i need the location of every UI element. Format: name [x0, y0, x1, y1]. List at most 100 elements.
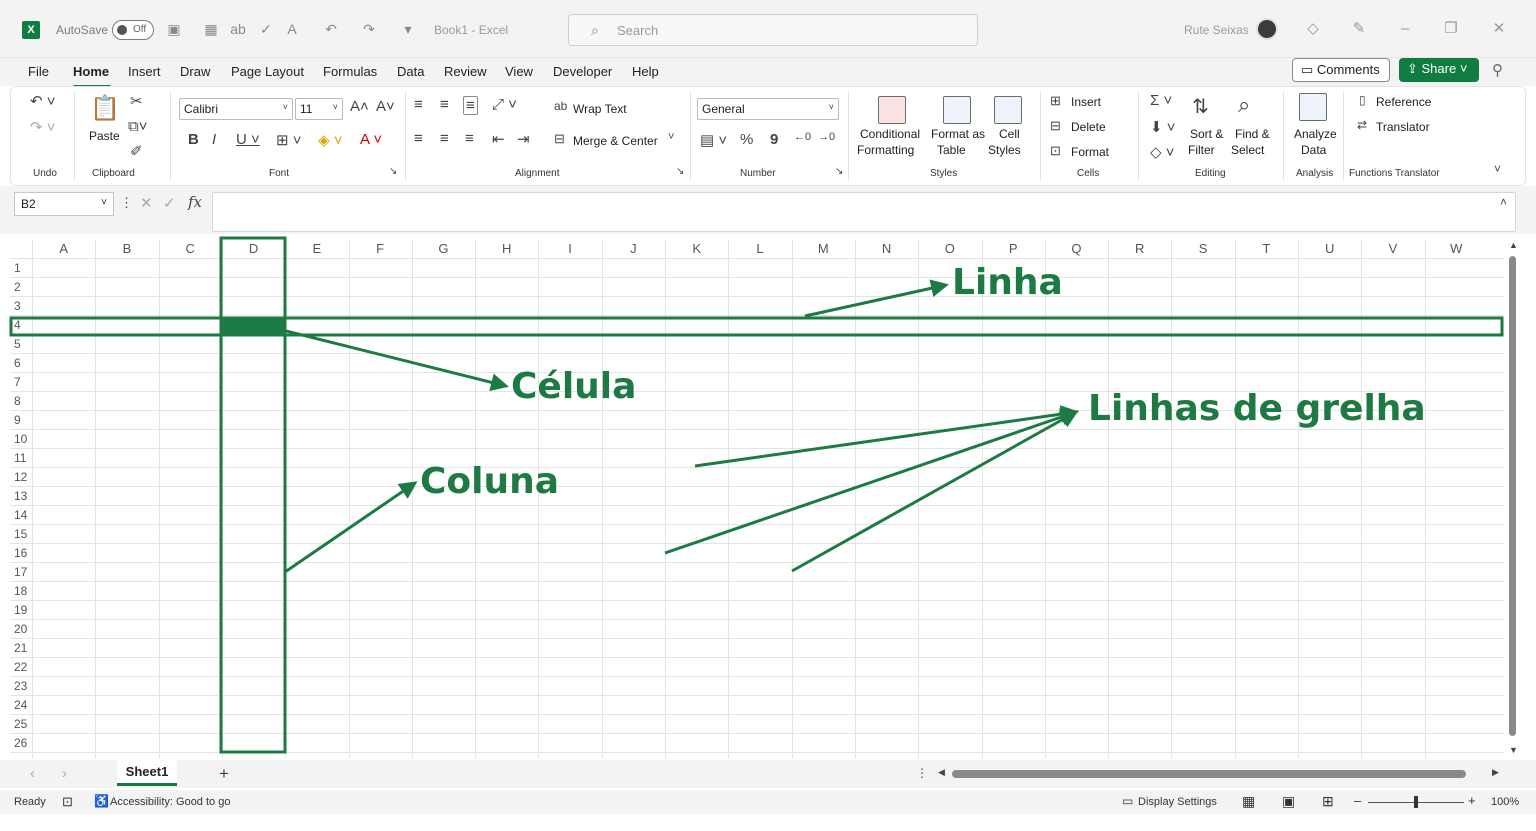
align-bottom-icon[interactable]: ≡	[463, 96, 478, 115]
row-header-3[interactable]: 3	[10, 297, 32, 316]
row-header-26[interactable]: 26	[10, 734, 32, 753]
zoom-slider-thumb[interactable]	[1414, 796, 1418, 808]
ribbon-collapse-icon[interactable]: ˅	[1494, 162, 1501, 176]
format-cells-button[interactable]: Format	[1071, 145, 1109, 159]
customize-toolbar-icon[interactable]: ▾	[399, 20, 417, 38]
menu-formulas[interactable]: Formulas	[323, 64, 377, 79]
tab-sheet1[interactable]: Sheet1	[117, 760, 177, 786]
row-header-2[interactable]: 2	[10, 278, 32, 297]
delete-cells-button[interactable]: Delete	[1071, 120, 1106, 134]
align-left-icon[interactable]: ≡	[414, 130, 423, 147]
find-select-label-2[interactable]: Select	[1231, 143, 1264, 157]
decrease-font-icon[interactable]: A˅	[376, 98, 395, 115]
fx-icon[interactable]: fx	[188, 193, 202, 211]
bold-icon[interactable]: B	[188, 131, 199, 148]
row-header-19[interactable]: 19	[10, 601, 32, 620]
row-header-17[interactable]: 17	[10, 563, 32, 582]
search-box[interactable]: ⌕ Search	[568, 14, 978, 46]
row-header-23[interactable]: 23	[10, 677, 32, 696]
clear-icon[interactable]: ◇ ˅	[1150, 143, 1174, 161]
strikethrough-icon[interactable]: ab	[229, 20, 247, 38]
format-painter-icon[interactable]: ✐	[130, 142, 143, 160]
increase-decimal-icon[interactable]: ←0	[794, 131, 811, 143]
align-center-icon[interactable]: ≡	[440, 130, 449, 147]
row-header-22[interactable]: 22	[10, 658, 32, 677]
underline-icon[interactable]: U ˅	[236, 131, 260, 148]
autosum-icon[interactable]: Σ ˅	[1150, 92, 1172, 109]
spelling-icon[interactable]: ✓	[257, 20, 275, 38]
redo-icon[interactable]: ↷ ˅	[30, 118, 56, 136]
column-header-l[interactable]: L	[728, 240, 791, 258]
menu-help[interactable]: Help	[632, 64, 659, 79]
close-icon[interactable]: ✕	[1488, 18, 1510, 40]
page-break-view-icon[interactable]: ⊞	[1322, 793, 1334, 810]
scroll-up-icon[interactable]: ▲	[1509, 240, 1518, 250]
column-header-b[interactable]: B	[95, 240, 158, 258]
font-size-select[interactable]: 11 ˅	[295, 98, 343, 120]
row-header-9[interactable]: 9	[10, 411, 32, 430]
prev-sheet-icon[interactable]: ‹	[30, 765, 35, 782]
column-header-a[interactable]: A	[32, 240, 95, 258]
column-header-i[interactable]: I	[538, 240, 601, 258]
column-header-w[interactable]: W	[1425, 240, 1488, 258]
autosave-toggle[interactable]: Off	[112, 20, 154, 40]
user-name[interactable]: Rute Seixas	[1184, 23, 1249, 37]
menu-file[interactable]: File	[28, 64, 49, 79]
dialog-launcher-icon[interactable]: ↘	[676, 166, 684, 177]
dialog-launcher-icon[interactable]: ↘	[835, 166, 843, 177]
zoom-in-icon[interactable]: +	[1468, 793, 1476, 808]
minimize-icon[interactable]: –	[1394, 18, 1416, 40]
column-header-t[interactable]: T	[1235, 240, 1298, 258]
row-header-20[interactable]: 20	[10, 620, 32, 639]
normal-view-icon[interactable]: ▦	[1242, 793, 1255, 810]
quick-format-icon[interactable]: A	[283, 20, 301, 38]
more-icon[interactable]: ⋮	[120, 195, 133, 211]
number-format-select[interactable]: General ˅	[697, 98, 839, 120]
dialog-launcher-icon[interactable]: ↘	[389, 166, 397, 177]
decrease-decimal-icon[interactable]: →0	[818, 131, 835, 143]
wrap-text-button[interactable]: Wrap Text	[573, 102, 627, 116]
paste-label[interactable]: Paste	[89, 129, 120, 143]
form-icon[interactable]: ▦	[202, 20, 220, 38]
menu-view[interactable]: View	[505, 64, 533, 79]
column-header-j[interactable]: J	[602, 240, 665, 258]
scroll-down-icon[interactable]: ▼	[1509, 745, 1518, 755]
add-sheet-button[interactable]: +	[219, 764, 229, 784]
next-sheet-icon[interactable]: ›	[62, 765, 67, 782]
format-as-table-label-2[interactable]: Table	[937, 143, 966, 157]
decrease-indent-icon[interactable]: ⇤	[492, 130, 505, 148]
row-header-24[interactable]: 24	[10, 696, 32, 715]
column-header-k[interactable]: K	[665, 240, 728, 258]
comma-style-icon[interactable]: 9	[770, 131, 778, 148]
formula-input[interactable]	[212, 192, 1516, 232]
column-header-q[interactable]: Q	[1045, 240, 1108, 258]
column-header-m[interactable]: M	[792, 240, 855, 258]
fill-icon[interactable]: ⬇ ˅	[1150, 118, 1176, 136]
column-header-c[interactable]: C	[159, 240, 222, 258]
scrollbar-thumb[interactable]	[1509, 256, 1516, 736]
pen-icon[interactable]: ✎	[1348, 18, 1370, 40]
horizontal-scrollbar-thumb[interactable]	[952, 770, 1466, 778]
accounting-format-icon[interactable]: ▤ ˅	[700, 131, 727, 149]
accessibility-status[interactable]: Accessibility: Good to go	[110, 796, 230, 808]
menu-home[interactable]: Home	[73, 64, 109, 79]
save-icon[interactable]: ▣	[165, 20, 183, 38]
column-header-o[interactable]: O	[918, 240, 981, 258]
column-header-e[interactable]: E	[285, 240, 348, 258]
comments-button[interactable]: ▭ Comments	[1292, 58, 1390, 82]
column-header-f[interactable]: F	[349, 240, 412, 258]
reference-button[interactable]: Reference	[1376, 95, 1431, 109]
percent-icon[interactable]: %	[740, 131, 753, 148]
row-header-7[interactable]: 7	[10, 373, 32, 392]
menu-insert[interactable]: Insert	[128, 64, 161, 79]
row-header-21[interactable]: 21	[10, 639, 32, 658]
font-name-select[interactable]: Calibri ˅	[179, 98, 293, 120]
sort-filter-label-1[interactable]: Sort &	[1190, 127, 1223, 141]
row-header-10[interactable]: 10	[10, 430, 32, 449]
row-header-16[interactable]: 16	[10, 544, 32, 563]
column-header-v[interactable]: V	[1361, 240, 1424, 258]
row-header-6[interactable]: 6	[10, 354, 32, 373]
menu-data[interactable]: Data	[397, 64, 424, 79]
page-layout-view-icon[interactable]: ▣	[1282, 793, 1295, 810]
menu-page-layout[interactable]: Page Layout	[231, 64, 304, 79]
